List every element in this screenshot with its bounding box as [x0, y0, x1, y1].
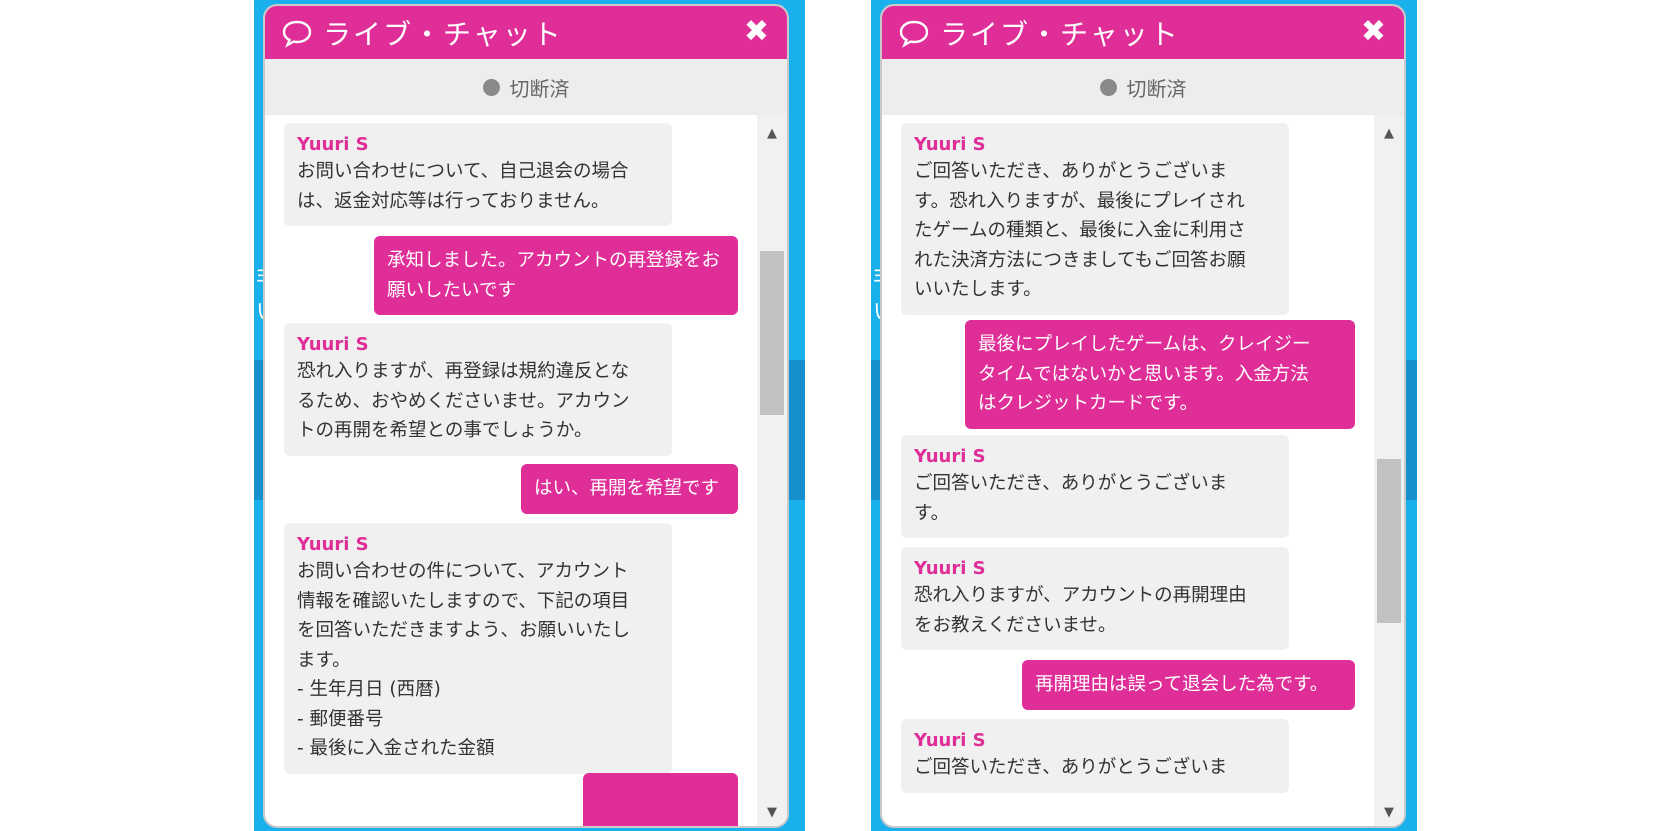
message-text: 承知しました。アカウントの再登録をお 願いしたいです: [387, 250, 721, 301]
close-button[interactable]: ✖: [1361, 15, 1386, 49]
speech-bubble-icon: [282, 20, 312, 48]
message-text: お問い合わせの件について、アカウント 情報を確認いたしますので、下記の項目 を回…: [297, 561, 631, 759]
status-label: 切断済: [1126, 76, 1187, 101]
user-message: はい、再開を希望です: [521, 464, 738, 514]
connection-status: 切断済: [265, 59, 787, 115]
connection-status: 切断済: [882, 59, 1404, 115]
status-label: 切断済: [509, 76, 570, 101]
message-text: 再開理由は誤って退会した為です。: [1035, 674, 1329, 695]
user-message: 承知しました。アカウントの再登録をお 願いしたいです: [374, 236, 738, 315]
message-text: ご回答いただき、ありがとうございま: [914, 757, 1228, 778]
agent-message: Yuuri S 恐れ入りますが、アカウントの再開理由 をお教えくださいませ。: [901, 547, 1289, 650]
scroll-down-arrow-icon[interactable]: ▼: [757, 800, 787, 824]
scroll-up-arrow-icon[interactable]: ▲: [757, 121, 787, 145]
message-sender: Yuuri S: [297, 534, 369, 555]
scrollbar[interactable]: ▲ ▼: [1374, 115, 1404, 826]
agent-message: Yuuri S 恐れ入りますが、再登録は規約違反とな るため、おやめくださいませ…: [284, 323, 672, 456]
scroll-thumb[interactable]: [1377, 459, 1401, 623]
close-button[interactable]: ✖: [744, 15, 769, 49]
chat-title: ライブ・チャット: [323, 17, 563, 51]
status-dot-icon: [482, 78, 500, 96]
message-list[interactable]: Yuuri S お問い合わせについて、自己退会の場合 は、返金対応等は行っており…: [265, 115, 757, 826]
agent-message: Yuuri S お問い合わせについて、自己退会の場合 は、返金対応等は行っており…: [284, 123, 672, 226]
agent-message: Yuuri S ご回答いただき、ありがとうございま: [901, 719, 1289, 793]
chat-title: ライブ・チャット: [940, 17, 1180, 51]
message-text: 恐れ入りますが、再登録は規約違反とな るため、おやめくださいませ。アカウン トの…: [297, 361, 630, 441]
message-text: 恐れ入りますが、アカウントの再開理由 をお教えくださいませ。: [914, 585, 1247, 636]
speech-bubble-icon: [899, 20, 929, 48]
agent-message: Yuuri S ご回答いただき、ありがとうございま す。: [901, 435, 1289, 538]
message-text: お問い合わせについて、自己退会の場合 は、返金対応等は行っておりません。: [297, 161, 629, 212]
message-sender: Yuuri S: [914, 558, 986, 579]
message-list[interactable]: Yuuri S ご回答いただき、ありがとうございま す。恐れ入りますが、最後にプ…: [882, 115, 1374, 826]
scroll-down-arrow-icon[interactable]: ▼: [1374, 800, 1404, 824]
live-chat-window-left: ライブ・チャット ✖ 切断済 Yuuri S お問い合わせについて、自己退会の場…: [263, 4, 789, 828]
message-sender: Yuuri S: [297, 134, 369, 155]
message-sender: Yuuri S: [297, 334, 369, 355]
user-message: 再開理由は誤って退会した為です。: [1022, 660, 1355, 710]
live-chat-window-right: ライブ・チャット ✖ 切断済 Yuuri S ご回答いただき、ありがとうございま…: [880, 4, 1406, 828]
scroll-thumb[interactable]: [760, 251, 784, 415]
agent-message: Yuuri S お問い合わせの件について、アカウント 情報を確認いたしますので、…: [284, 523, 672, 774]
message-sender: Yuuri S: [914, 446, 986, 467]
scrollbar[interactable]: ▲ ▼: [757, 115, 787, 826]
message-sender: Yuuri S: [914, 730, 986, 751]
message-sender: Yuuri S: [914, 134, 986, 155]
chat-header: ライブ・チャット ✖: [265, 6, 787, 59]
message-text: はい、再開を希望です: [534, 478, 720, 499]
user-message: [583, 773, 738, 826]
user-message: 最後にプレイしたゲームは、クレイジー タイムではないかと思います。入金方法 はク…: [965, 320, 1355, 429]
scroll-up-arrow-icon[interactable]: ▲: [1374, 121, 1404, 145]
chat-header: ライブ・チャット ✖: [882, 6, 1404, 59]
message-text: ご回答いただき、ありがとうございま す。恐れ入りますが、最後にプレイされ たゲー…: [914, 161, 1246, 300]
message-text: ご回答いただき、ありがとうございま す。: [914, 473, 1228, 524]
status-dot-icon: [1099, 78, 1117, 96]
agent-message: Yuuri S ご回答いただき、ありがとうございま す。恐れ入りますが、最後にプ…: [901, 123, 1289, 315]
message-text: 最後にプレイしたゲームは、クレイジー タイムではないかと思います。入金方法 はク…: [978, 334, 1311, 414]
